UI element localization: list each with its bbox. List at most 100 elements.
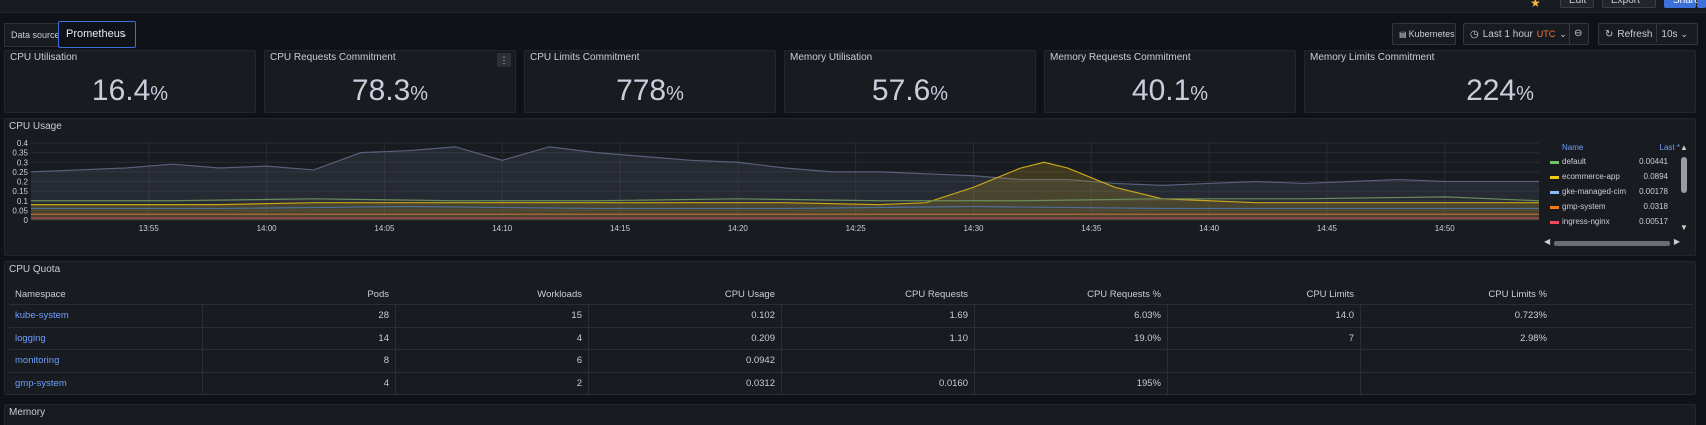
table-cell: 1.69 (781, 305, 974, 327)
legend-item[interactable]: default 0.00441 (1544, 155, 1682, 170)
x-tick-label: 14:20 (728, 224, 749, 233)
panel-title: Memory (9, 407, 46, 418)
y-tick-label: 0.25 (12, 168, 28, 177)
legend-swatch (1550, 176, 1559, 179)
zoom-out-button[interactable]: ⊖ (1569, 23, 1589, 45)
panel-menu-icon[interactable]: ⋮ (497, 53, 511, 67)
table-cell: 195% (974, 372, 1167, 394)
legend-item[interactable]: ecommerce-app 0.0894 (1544, 170, 1682, 185)
panel-title: CPU Requests Commitment (270, 52, 396, 63)
scroll-down-icon[interactable]: ▼ (1680, 223, 1688, 232)
legend-scrollbar[interactable]: ▲ ▼ (1680, 143, 1688, 233)
scroll-up-icon[interactable]: ▲ (1680, 143, 1688, 152)
table-row: logging 14 4 0.209 1.10 19.0% 7 2.98% (9, 327, 1693, 350)
legend-swatch (1550, 221, 1559, 224)
table-cell: 0.0160 (781, 372, 974, 394)
clock-icon: ◷ (1470, 29, 1479, 40)
legend-item[interactable]: gke-managed-cim 0.00178 (1544, 185, 1682, 200)
table-cell: 15 (395, 305, 588, 327)
stat-panel-cpu-limits-commitment: CPU Limits Commitment 778% (524, 50, 776, 113)
star-icon[interactable]: ★ (1530, 0, 1541, 10)
memory-panel: Memory (4, 404, 1696, 425)
column-header[interactable]: CPU Limits (1167, 286, 1360, 304)
scrollbar-thumb[interactable] (1554, 241, 1670, 246)
column-header[interactable]: CPU Usage (588, 286, 781, 304)
panel-title: Memory Utilisation (790, 52, 873, 63)
table-cell (1167, 372, 1360, 394)
table-cell: 28 (202, 305, 395, 327)
cpu-quota-table: Namespace Pods Workloads CPU Usage CPU Reque… (9, 286, 1693, 395)
legend-header-name[interactable]: Name (1562, 143, 1583, 152)
legend-name: gke-managed-cim (1562, 187, 1627, 196)
datasource-value: Prometheus (66, 28, 126, 40)
zoom-out-icon: ⊖ (1574, 28, 1583, 39)
table-header-row: Namespace Pods Workloads CPU Usage CPU Reque… (9, 286, 1693, 305)
table-cell: 7 (1167, 327, 1360, 349)
table-cell: 8 (202, 350, 395, 372)
y-tick-label: 0.35 (12, 149, 28, 158)
table-cell (1360, 350, 1553, 372)
legend-last-value: 0.00441 (1639, 157, 1668, 166)
stat-value: 40.1% (1131, 74, 1209, 107)
legend-item[interactable]: gmp-system 0.0318 (1544, 200, 1682, 215)
table-cell: 6 (395, 350, 588, 372)
export-button[interactable]: Export (1602, 0, 1656, 8)
panel-title: CPU Quota (9, 264, 61, 275)
x-tick-label: 14:50 (1435, 224, 1456, 233)
column-header[interactable]: CPU Limits % (1360, 286, 1553, 304)
column-header[interactable]: Workloads (395, 286, 588, 304)
cpu-usage-chart[interactable]: 00.050.10.150.20.250.30.350.4 13:55 14:00 1… (5, 119, 1545, 257)
column-header[interactable]: CPU Requests % (974, 286, 1167, 304)
x-tick-label: 14:35 (1081, 224, 1102, 233)
stat-value: 778% (616, 74, 684, 107)
legend-last-value: 0.00517 (1639, 217, 1668, 226)
legend-header-last[interactable]: Last * (1660, 143, 1680, 152)
x-tick-label: 14:45 (1317, 224, 1338, 233)
x-tick-label: 14:10 (492, 224, 513, 233)
table-cell: 0.0942 (588, 350, 781, 372)
stat-value: 57.6% (871, 74, 949, 107)
panel-title: Memory Requests Commitment (1050, 52, 1191, 63)
table-cell: 14.0 (1167, 305, 1360, 327)
x-tick-label: 13:55 (139, 224, 160, 233)
legend-swatch (1550, 206, 1559, 209)
kubernetes-link-button[interactable]: ▤ Kubernetes (1392, 23, 1456, 45)
datasource-select[interactable]: Prometheus ⌄ (58, 21, 136, 48)
column-header[interactable]: Pods (202, 286, 395, 304)
column-header[interactable]: CPU Requests (781, 286, 974, 304)
namespace-link[interactable]: monitoring (9, 350, 202, 372)
scroll-left-icon[interactable]: ◀ (1544, 237, 1550, 246)
refresh-icon: ↻ (1605, 29, 1614, 40)
stat-panel-cpu-utilisation: CPU Utilisation 16.4% (4, 50, 256, 113)
dashboard-toolbar: Data source Prometheus ⌄ ▤ Kubernetes ◷ La… (0, 14, 1706, 50)
x-tick-label: 14:30 (963, 224, 984, 233)
chevron-down-icon: ⌄ (1559, 29, 1567, 39)
refresh-label: Refresh (1617, 29, 1653, 40)
table-cell: 6.03% (974, 305, 1167, 327)
scrollbar-thumb[interactable] (1681, 157, 1687, 193)
refresh-button[interactable]: ↻ Refresh 10s ⌄ (1598, 23, 1698, 45)
legend-horizontal-scrollbar[interactable]: ◀ ▶ (1544, 237, 1680, 249)
table-cell: 0.0312 (588, 372, 781, 394)
time-range-picker[interactable]: ◷ Last 1 hour UTC ⌄ (1463, 23, 1571, 45)
legend-name: ecommerce-app (1562, 172, 1620, 181)
legend-swatch (1550, 161, 1559, 164)
refresh-interval[interactable]: 10s (1661, 29, 1677, 40)
edit-button[interactable]: Edit (1560, 0, 1594, 8)
namespace-link[interactable]: kube-system (9, 305, 202, 327)
time-range-value: Last 1 hour (1482, 29, 1533, 40)
namespace-link[interactable]: gmp-system (9, 373, 202, 395)
stat-panel-memory-requests-commitment: Memory Requests Commitment 40.1% (1044, 50, 1296, 113)
y-tick-label: 0.1 (17, 197, 29, 206)
stat-value: 78.3% (351, 74, 429, 107)
share-dropdown-button[interactable] (1697, 0, 1706, 8)
chevron-down-icon: ⌄ (120, 29, 128, 39)
scroll-right-icon[interactable]: ▶ (1674, 237, 1680, 246)
panel-title: CPU Limits Commitment (530, 52, 640, 63)
share-button[interactable]: Share (1664, 0, 1700, 8)
legend-item[interactable]: ingress-nginx 0.00517 (1544, 215, 1682, 230)
x-tick-label: 14:40 (1199, 224, 1220, 233)
column-header[interactable]: Namespace (9, 286, 202, 304)
namespace-link[interactable]: logging (9, 328, 202, 350)
y-tick-label: 0 (24, 216, 29, 225)
